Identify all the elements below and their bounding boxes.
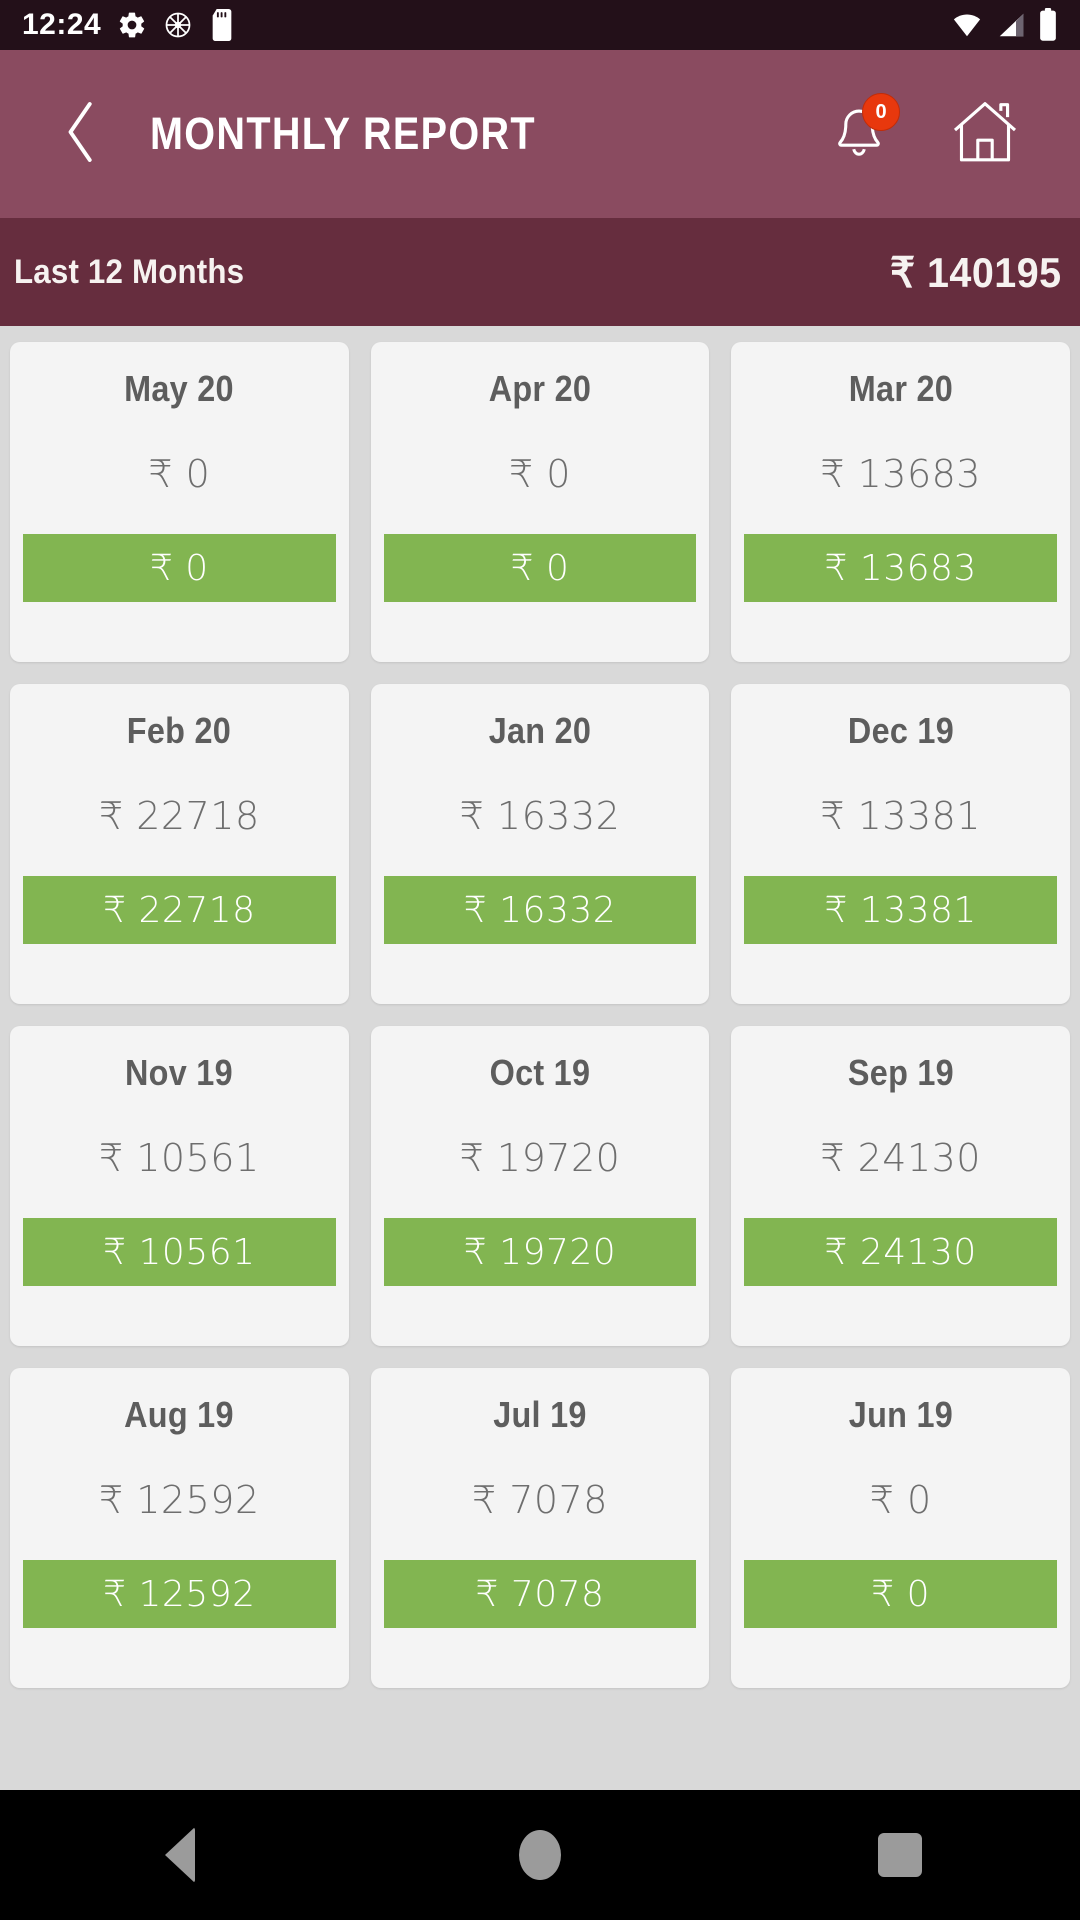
home-circle-icon [519, 1830, 561, 1880]
month-card[interactable]: Jul 19 ₹ 7078 ₹ 7078 [370, 1368, 710, 1688]
month-card-bar: ₹ 19720 [383, 1218, 697, 1286]
month-card-bar: ₹ 10561 [23, 1218, 336, 1286]
month-card-label: May 20 [124, 368, 235, 409]
month-card-bar: ₹ 13381 [744, 876, 1057, 944]
month-card-bar: ₹ 24130 [744, 1218, 1057, 1286]
app-screen: 12:24 MONTHLY REPORT 0 Last 12 Months ₹ … [0, 0, 1080, 1920]
app-bar: MONTHLY REPORT 0 [0, 50, 1080, 218]
month-card-amount: ₹ 7078 [472, 1478, 608, 1522]
month-card-amount: ₹ 22718 [99, 794, 260, 838]
month-card-bar: ₹ 0 [744, 1560, 1057, 1628]
home-icon [949, 98, 1021, 171]
month-card-bar: ₹ 13683 [744, 534, 1057, 602]
month-card-amount: ₹ 10561 [99, 1136, 260, 1180]
month-card-amount: ₹ 13381 [820, 794, 981, 838]
month-card-label: Jan 20 [488, 710, 592, 751]
month-card-label: Mar 20 [848, 368, 953, 409]
month-card-bar: ₹ 0 [23, 534, 336, 602]
recents-square-icon [878, 1833, 922, 1877]
month-card-label: Jul 19 [493, 1394, 587, 1435]
month-card[interactable]: Apr 20 ₹ 0 ₹ 0 [370, 342, 710, 662]
ship-wheel-icon [163, 10, 193, 40]
month-card[interactable]: Oct 19 ₹ 19720 ₹ 19720 [370, 1026, 710, 1346]
status-bar-left: 12:24 [22, 8, 235, 42]
month-card-amount: ₹ 24130 [820, 1136, 981, 1180]
month-card-label: Jun 19 [848, 1394, 953, 1435]
month-card[interactable]: Aug 19 ₹ 12592 ₹ 12592 [10, 1368, 349, 1688]
status-bar: 12:24 [0, 0, 1080, 50]
month-card[interactable]: Jun 19 ₹ 0 ₹ 0 [731, 1368, 1070, 1688]
report-content[interactable]: May 20 ₹ 0 ₹ 0 Apr 20 ₹ 0 ₹ 0 Mar 20 ₹ 13683 ₹ 1… [0, 326, 1080, 1920]
month-card-amount: ₹ 0 [509, 452, 571, 496]
month-card[interactable]: May 20 ₹ 0 ₹ 0 [10, 342, 349, 662]
cellular-signal-icon [995, 10, 1027, 40]
battery-icon [1038, 8, 1058, 42]
month-card[interactable]: Dec 19 ₹ 13381 ₹ 13381 [731, 684, 1070, 1004]
chevron-left-icon [58, 97, 104, 172]
notification-badge: 0 [862, 93, 900, 131]
month-card[interactable]: Feb 20 ₹ 22718 ₹ 22718 [10, 684, 349, 1004]
android-navigation-bar [0, 1790, 1080, 1920]
month-card-amount: ₹ 16332 [459, 794, 621, 838]
month-card-bar: ₹ 16332 [383, 876, 697, 944]
months-grid: May 20 ₹ 0 ₹ 0 Apr 20 ₹ 0 ₹ 0 Mar 20 ₹ 13683 ₹ 1… [10, 342, 1070, 1688]
month-card[interactable]: Mar 20 ₹ 13683 ₹ 13683 [731, 342, 1070, 662]
month-card-amount: ₹ 0 [869, 1478, 932, 1522]
month-card-label: Dec 19 [847, 710, 954, 751]
page-title: MONTHLY REPORT [150, 108, 536, 159]
status-bar-right [950, 8, 1058, 42]
month-card-bar: ₹ 22718 [23, 876, 336, 944]
month-card-bar: ₹ 0 [383, 534, 697, 602]
month-card-label: Sep 19 [847, 1052, 954, 1093]
sd-card-icon [209, 9, 235, 41]
month-card[interactable]: Sep 19 ₹ 24130 ₹ 24130 [731, 1026, 1070, 1346]
month-card-label: Aug 19 [124, 1394, 235, 1435]
status-time: 12:24 [22, 8, 102, 41]
month-card-label: Apr 20 [488, 368, 592, 409]
gear-icon [117, 10, 147, 40]
month-card-bar: ₹ 12592 [23, 1560, 336, 1628]
period-total: ₹ 140195 [890, 248, 1062, 296]
month-card[interactable]: Jan 20 ₹ 16332 ₹ 16332 [370, 684, 710, 1004]
month-card-amount: ₹ 0 [148, 452, 211, 496]
month-card-label: Nov 19 [125, 1052, 234, 1093]
home-button[interactable] [948, 97, 1022, 171]
month-card-label: Feb 20 [127, 710, 232, 751]
month-card-amount: ₹ 13683 [820, 452, 981, 496]
app-bar-actions: 0 [822, 93, 1052, 171]
wifi-icon [950, 10, 984, 40]
month-card-amount: ₹ 19720 [459, 1136, 621, 1180]
back-triangle-icon [165, 1827, 195, 1883]
month-card-bar: ₹ 7078 [383, 1560, 697, 1628]
nav-recents-button[interactable] [825, 1790, 975, 1920]
back-button[interactable] [46, 99, 116, 169]
month-card-label: Oct 19 [489, 1052, 591, 1093]
nav-back-button[interactable] [105, 1790, 255, 1920]
notifications-button[interactable]: 0 [822, 93, 900, 171]
month-card[interactable]: Nov 19 ₹ 10561 ₹ 10561 [10, 1026, 349, 1346]
period-label: Last 12 Months [14, 252, 245, 291]
nav-home-button[interactable] [465, 1790, 615, 1920]
summary-bar: Last 12 Months ₹ 140195 [0, 218, 1080, 326]
month-card-amount: ₹ 12592 [99, 1478, 260, 1522]
